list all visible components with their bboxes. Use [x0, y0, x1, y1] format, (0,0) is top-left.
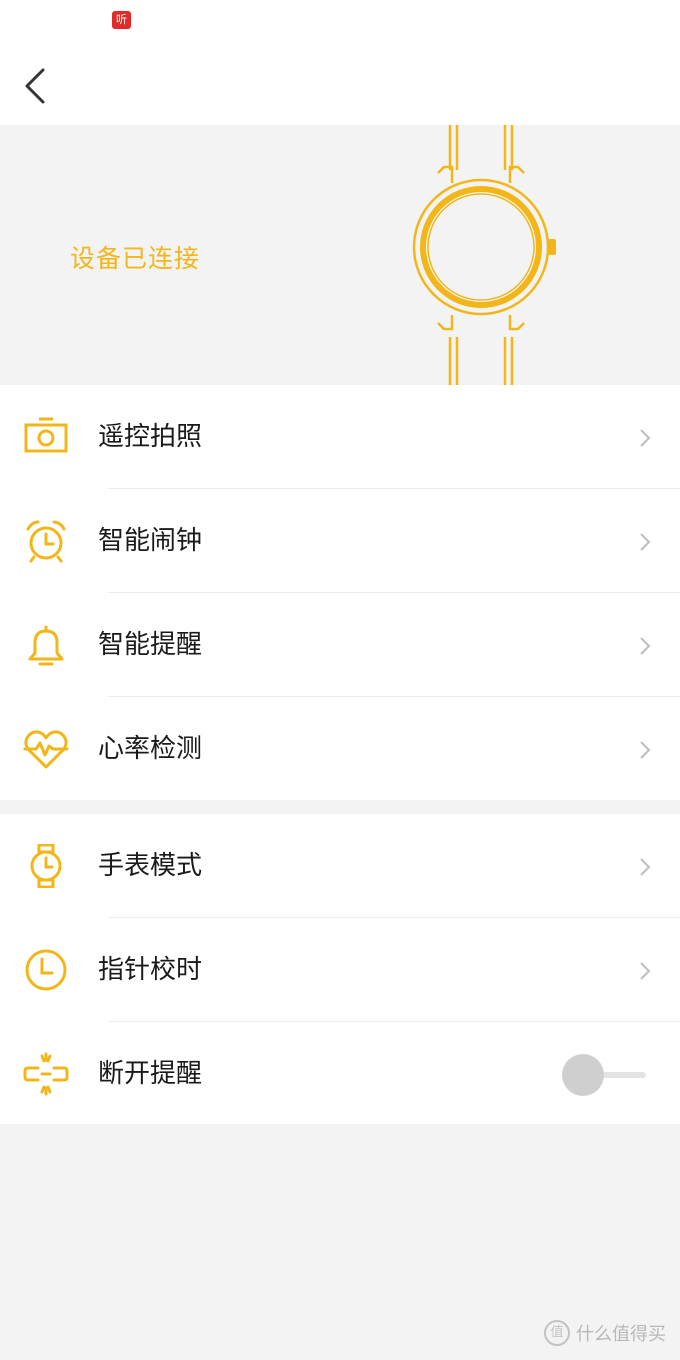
- menu-item-disconnect-reminder: 断开提醒: [0, 1022, 680, 1126]
- chevron-right-icon: [640, 533, 651, 551]
- menu-group-features: 遥控拍照 智能闹钟 智能提醒 心率检测: [0, 385, 680, 800]
- menu-item-label: 断开提醒: [98, 1059, 203, 1089]
- chevron-right-icon: [640, 741, 651, 759]
- menu-item-label: 智能提醒: [98, 630, 203, 660]
- menu-item-label: 智能闹钟: [98, 526, 203, 556]
- alarm-clock-icon: [26, 520, 66, 563]
- chevron-right-icon: [640, 637, 651, 655]
- bell-icon: [28, 625, 64, 666]
- chevron-right-icon: [640, 858, 651, 876]
- watermark-text: 什么值得买: [576, 1324, 666, 1345]
- camera-icon: [24, 417, 68, 453]
- disconnect-reminder-toggle[interactable]: [562, 1054, 646, 1096]
- watch-icon: [30, 844, 62, 888]
- status-bar: 听: [0, 0, 680, 44]
- toggle-knob: [562, 1054, 604, 1096]
- clock-icon: [25, 949, 67, 991]
- menu-item-watch-mode[interactable]: 手表模式: [0, 814, 680, 918]
- watermark-logo-icon: 值: [544, 1320, 570, 1346]
- watermark: 值 什么值得买: [544, 1320, 666, 1346]
- device-hero: 设备已连接: [0, 125, 680, 385]
- chevron-left-icon: [25, 68, 45, 104]
- listen-app-badge-icon: 听: [112, 11, 131, 29]
- menu-item-smart-alarm[interactable]: 智能闹钟: [0, 489, 680, 593]
- menu-item-label: 遥控拍照: [98, 422, 203, 452]
- menu-group-settings: 手表模式 指针校时 断开提醒: [0, 814, 680, 1124]
- chevron-right-icon: [640, 962, 651, 980]
- navigation-bar: [0, 44, 680, 125]
- menu-item-heart-rate[interactable]: 心率检测: [0, 697, 680, 801]
- menu-item-label: 心率检测: [98, 734, 203, 764]
- menu-item-label: 指针校时: [98, 955, 203, 985]
- menu-item-remote-camera[interactable]: 遥控拍照: [0, 385, 680, 489]
- disconnect-icon: [23, 1052, 69, 1096]
- connection-status-text: 设备已连接: [70, 244, 201, 273]
- back-button[interactable]: [16, 64, 56, 108]
- chevron-right-icon: [640, 429, 651, 447]
- heart-rate-icon: [23, 730, 69, 769]
- menu-item-smart-reminder[interactable]: 智能提醒: [0, 593, 680, 697]
- menu-item-hand-calibration[interactable]: 指针校时: [0, 918, 680, 1022]
- menu-item-label: 手表模式: [98, 851, 203, 881]
- watch-illustration-icon: [412, 125, 556, 385]
